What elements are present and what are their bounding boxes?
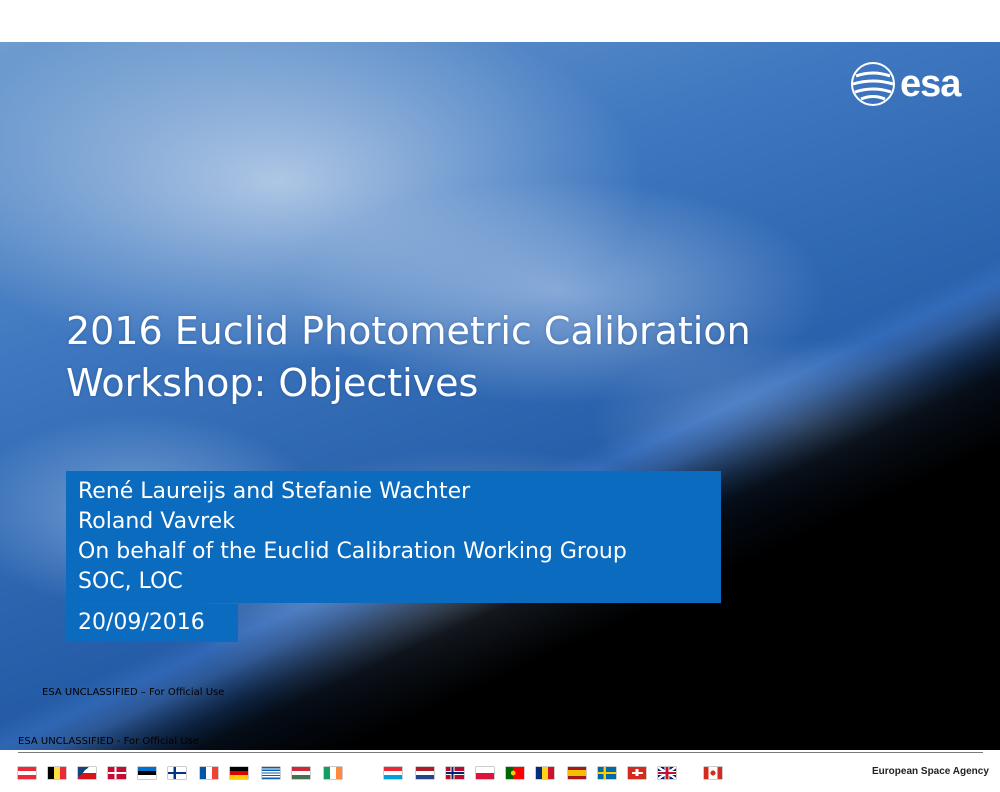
flag-austria	[18, 767, 36, 779]
author-line: Roland Vavrek	[78, 509, 235, 534]
slide-title: 2016 Euclid Photometric Calibration Work…	[66, 305, 926, 409]
flag-canada	[704, 767, 722, 779]
slide-title-line: Workshop: Objectives	[66, 361, 479, 405]
author-line: On behalf of the Euclid Calibration Work…	[78, 539, 627, 564]
flag-poland	[476, 767, 494, 779]
agency-name: European Space Agency	[872, 766, 989, 777]
flag-denmark	[108, 767, 126, 779]
author-line: SOC, LOC	[78, 569, 183, 594]
flag-ireland	[324, 767, 342, 779]
flag-czech-republic	[78, 767, 96, 779]
slide-background: esa 2016 Euclid Photometric Calibration …	[0, 42, 1000, 750]
esa-logo-text: esa	[900, 63, 961, 105]
footer-classification-label: ESA UNCLASSIFIED - For Official Use	[18, 736, 200, 747]
flag-spain	[568, 767, 586, 779]
flag-france	[200, 767, 218, 779]
date-box: 20/09/2016	[66, 604, 238, 642]
flag-norway	[446, 767, 464, 779]
flag-switzerland	[628, 767, 646, 779]
flag-belgium	[48, 767, 66, 779]
slide-classification-label: ESA UNCLASSIFIED – For Official Use	[42, 687, 225, 698]
flag-romania	[536, 767, 554, 779]
esa-logo: esa	[850, 60, 990, 108]
flag-netherlands	[416, 767, 434, 779]
footer: European Space Agency	[0, 750, 1000, 792]
footer-divider	[18, 752, 983, 753]
flag-estonia	[138, 767, 156, 779]
flag-portugal	[506, 767, 524, 779]
slide-title-line: 2016 Euclid Photometric Calibration	[66, 309, 751, 353]
authors-box: René Laureijs and Stefanie Wachter Rolan…	[66, 471, 721, 603]
flag-hungary	[292, 767, 310, 779]
flag-united-kingdom	[658, 767, 676, 779]
flag-finland	[168, 767, 186, 779]
top-margin	[0, 0, 1000, 42]
flag-sweden	[598, 767, 616, 779]
author-line: René Laureijs and Stefanie Wachter	[78, 479, 471, 504]
flag-luxembourg	[384, 767, 402, 779]
flag-germany	[230, 767, 248, 779]
esa-globe-icon	[851, 62, 895, 106]
flag-greece	[262, 767, 280, 779]
